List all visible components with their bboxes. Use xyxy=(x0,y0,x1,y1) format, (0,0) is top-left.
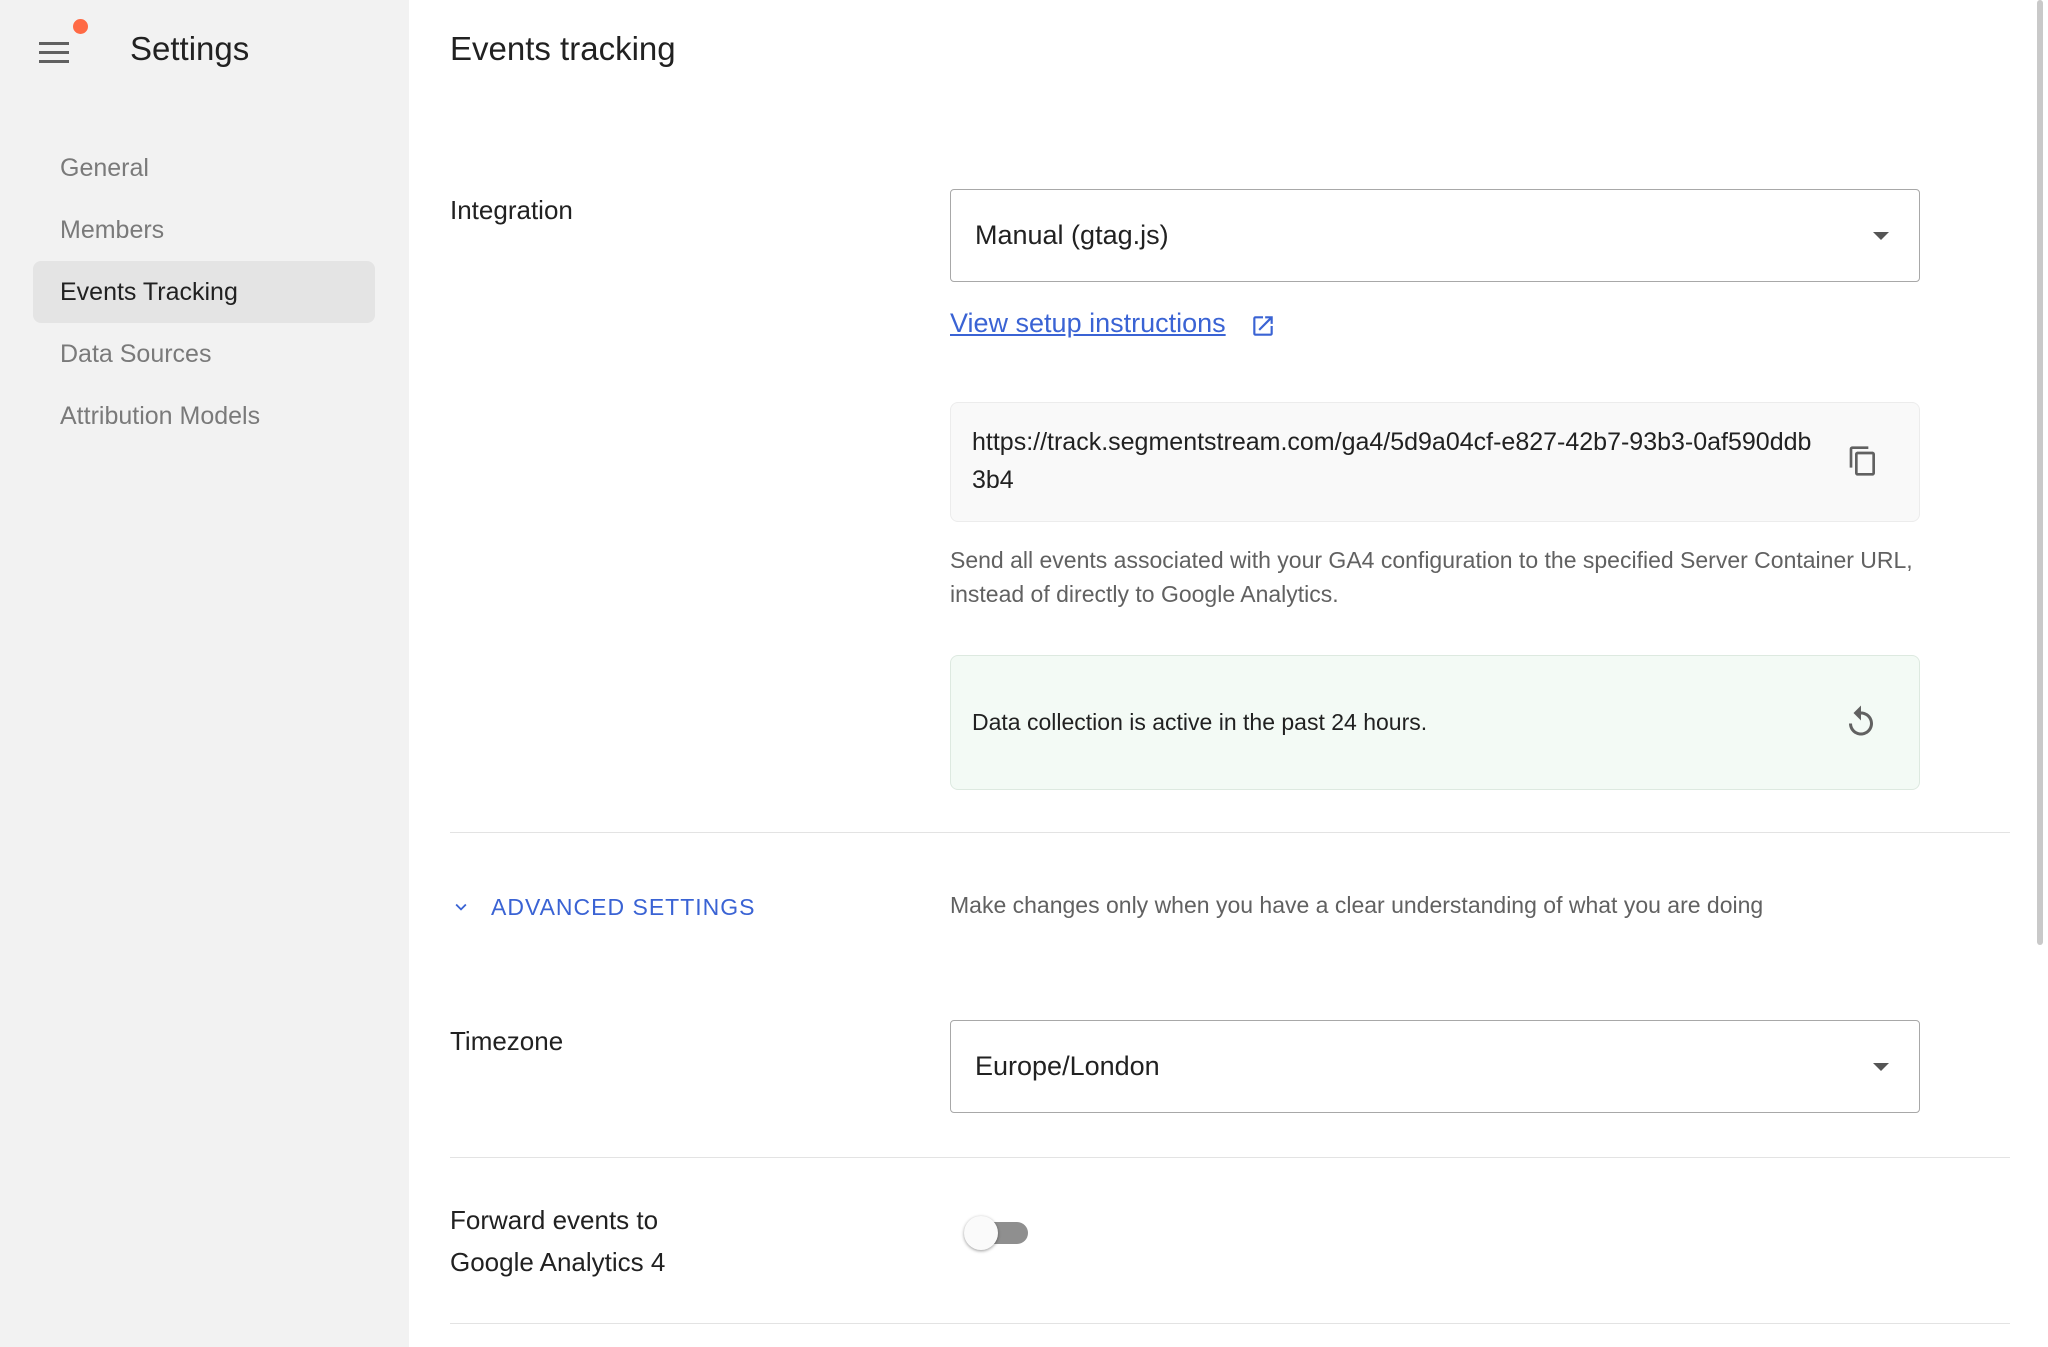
integration-select[interactable]: Manual (gtag.js) xyxy=(950,189,1920,282)
menu-icon[interactable] xyxy=(34,36,76,72)
chevron-down-icon xyxy=(455,903,467,911)
data-collection-status: Data collection is active in the past 24… xyxy=(950,655,1920,790)
notification-dot xyxy=(73,19,88,34)
toggle-thumb xyxy=(964,1216,998,1250)
forward-events-label: Forward events to Google Analytics 4 xyxy=(450,1199,665,1283)
integration-select-value: Manual (gtag.js) xyxy=(975,220,1169,250)
sidebar-item-attribution-models[interactable]: Attribution Models xyxy=(33,385,375,447)
sidebar-nav: General Members Events Tracking Data Sou… xyxy=(33,137,375,447)
forward-events-label-line2: Google Analytics 4 xyxy=(450,1247,666,1277)
timezone-select-value: Europe/London xyxy=(975,1051,1160,1081)
sidebar-item-data-sources[interactable]: Data Sources xyxy=(33,323,375,385)
refresh-icon[interactable] xyxy=(1843,704,1879,740)
sidebar-item-general[interactable]: General xyxy=(33,137,375,199)
external-link-icon[interactable] xyxy=(1250,313,1276,339)
timezone-label: Timezone xyxy=(450,1026,564,1056)
sidebar-title: Settings xyxy=(130,30,250,67)
view-setup-instructions-link[interactable]: View setup instructions xyxy=(950,308,1226,339)
page-title: Events tracking xyxy=(450,30,676,67)
sidebar-item-events-tracking[interactable]: Events Tracking xyxy=(33,261,375,323)
divider xyxy=(450,1323,2010,1324)
status-text: Data collection is active in the past 24… xyxy=(972,709,1428,735)
forward-events-label-line1: Forward events to xyxy=(450,1205,659,1235)
server-url[interactable]: https://track.segmentstream.com/ga4/5d9a… xyxy=(972,423,1812,499)
forward-events-toggle[interactable] xyxy=(964,1216,1030,1250)
scrollbar[interactable] xyxy=(2037,0,2043,945)
divider xyxy=(450,832,2010,833)
divider xyxy=(450,1157,2010,1158)
server-url-box: https://track.segmentstream.com/ga4/5d9a… xyxy=(950,402,1920,522)
dropdown-caret-icon xyxy=(1873,1063,1889,1071)
advanced-settings-description: Make changes only when you have a clear … xyxy=(950,892,1764,918)
advanced-settings-label: ADVANCED SETTINGS xyxy=(491,894,756,920)
integration-label: Integration xyxy=(450,195,573,225)
dropdown-caret-icon xyxy=(1873,232,1889,240)
copy-icon[interactable] xyxy=(1847,443,1879,479)
sidebar-item-members[interactable]: Members xyxy=(33,199,375,261)
timezone-select[interactable]: Europe/London xyxy=(950,1020,1920,1113)
server-url-helper-text: Send all events associated with your GA4… xyxy=(950,547,1913,607)
sidebar: Settings General Members Events Tracking… xyxy=(0,0,409,1347)
